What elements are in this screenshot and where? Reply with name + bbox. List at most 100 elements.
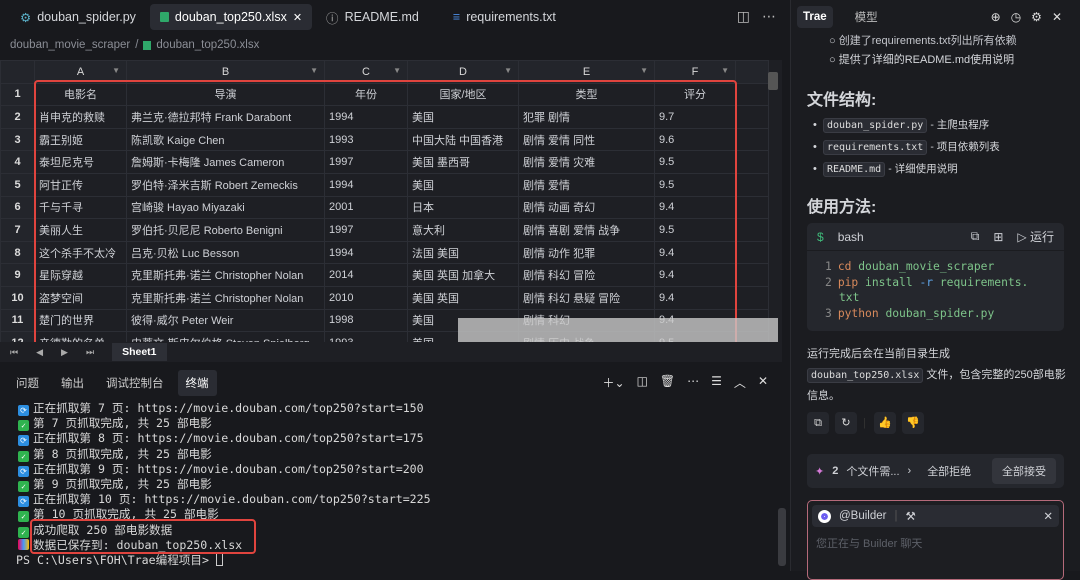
code-block: $ bash ⧉ ⊞ ▷ 运行 1 cd douban_movie_scraper 2 pi… bbox=[807, 223, 1064, 331]
empty-cell[interactable] bbox=[735, 127, 769, 152]
last-sheet-icon[interactable]: ⏭ bbox=[86, 347, 94, 358]
reject-all-button[interactable]: 全部拒绝 bbox=[927, 463, 971, 479]
close-icon[interactable]: ✕ bbox=[1043, 509, 1053, 523]
empty-cell[interactable] bbox=[735, 105, 769, 129]
vertical-scrollbar[interactable] bbox=[768, 72, 778, 90]
run-button[interactable]: ▷ 运行 bbox=[1017, 228, 1054, 245]
check-icon: ✓ bbox=[18, 526, 29, 538]
tab-terminal[interactable]: 终端 bbox=[177, 370, 217, 396]
row-number[interactable]: 6 bbox=[0, 195, 35, 220]
terminal-dollar-icon: $ bbox=[817, 229, 824, 244]
inline-code: douban_top250.xlsx bbox=[807, 368, 924, 383]
row-number[interactable]: 8 bbox=[0, 240, 35, 265]
copy-icon[interactable]: ⧉ bbox=[807, 412, 829, 434]
code-line: 1 cd douban_movie_scraper bbox=[825, 259, 1064, 275]
close-icon[interactable]: ✕ bbox=[293, 11, 302, 24]
more-icon[interactable]: ⋯ bbox=[762, 8, 776, 25]
accept-all-button[interactable]: 全部接受 bbox=[992, 458, 1056, 484]
terminal-highlight-box bbox=[30, 519, 256, 554]
thumbs-up-icon[interactable]: 👍 bbox=[873, 412, 896, 434]
filter-icon[interactable]: ▼ bbox=[504, 66, 512, 75]
file-code: douban_spider.py bbox=[822, 118, 928, 133]
code-cmd: python bbox=[837, 306, 879, 320]
line-number: 1 bbox=[825, 260, 832, 273]
split-editor-icon[interactable]: ◫ bbox=[737, 8, 750, 25]
breadcrumb-file[interactable]: douban_top250.xlsx bbox=[156, 39, 259, 51]
empty-cell[interactable] bbox=[735, 263, 769, 287]
sync-icon: ⟳ bbox=[18, 435, 29, 447]
filter-icon[interactable]: ▼ bbox=[112, 66, 120, 75]
pending-files-text[interactable]: 个文件需... bbox=[846, 463, 899, 479]
thumbs-down-icon[interactable]: 👎 bbox=[901, 412, 924, 434]
more-icon[interactable]: ⋯ bbox=[687, 374, 699, 391]
filter-icon[interactable]: ▼ bbox=[640, 66, 648, 75]
empty-cell[interactable] bbox=[735, 285, 769, 310]
chat-input-box[interactable]: @Builder | ⚒ ✕ 您正在与 Builder 聊天 bbox=[807, 500, 1064, 580]
split-terminal-icon[interactable]: ◫ bbox=[637, 374, 648, 391]
breadcrumb-folder[interactable]: douban_movie_scraper bbox=[10, 39, 130, 51]
add-terminal-icon[interactable]: ＋⌄ bbox=[603, 374, 625, 391]
list-item: • requirements.txt - 项目依赖列表 bbox=[807, 139, 1067, 161]
terminal-scrollbar[interactable] bbox=[778, 508, 786, 566]
tab-trae[interactable]: Trae bbox=[797, 6, 833, 28]
terminal-line: ⟳ 正在抓取第 10 页: https://movie.douban.com/to… bbox=[18, 492, 431, 508]
sheet-tab[interactable]: Sheet1 bbox=[112, 343, 167, 361]
row-number[interactable]: 9 bbox=[0, 263, 35, 287]
excel-icon bbox=[159, 12, 169, 22]
tab-output[interactable]: 输出 bbox=[53, 370, 92, 396]
settings-sliders-icon[interactable]: ☰ bbox=[711, 374, 722, 391]
filter-icon[interactable]: ▼ bbox=[310, 66, 318, 75]
first-sheet-icon[interactable]: ⏮ bbox=[10, 347, 18, 358]
panel-tabs: 问题 输出 调试控制台 终端 bbox=[8, 370, 217, 396]
row-number[interactable]: 2 bbox=[0, 105, 35, 129]
regenerate-icon[interactable]: ↻ bbox=[835, 412, 857, 434]
row-number[interactable]: 3 bbox=[0, 127, 35, 152]
row-number[interactable]: 7 bbox=[0, 218, 35, 242]
empty-cell[interactable] bbox=[735, 195, 769, 220]
empty-cell[interactable] bbox=[735, 218, 769, 242]
terminal-text: 正在抓取第 10 页: https://movie.douban.com/top… bbox=[33, 492, 431, 507]
terminal-line: ✓ 第 9 页抓取完成, 共 25 部电影 bbox=[18, 477, 431, 493]
empty-cell[interactable] bbox=[735, 82, 769, 107]
filter-icon[interactable]: ▼ bbox=[393, 66, 401, 75]
row-number[interactable]: 5 bbox=[0, 172, 35, 197]
corner-cell[interactable] bbox=[0, 60, 35, 84]
history-icon[interactable]: ◷ bbox=[1011, 10, 1021, 24]
code-cmd: cd bbox=[837, 260, 852, 273]
chat-input-placeholder[interactable]: 您正在与 Builder 聊天 bbox=[808, 531, 1063, 555]
insert-icon[interactable]: ⊞ bbox=[993, 230, 1003, 244]
row-number[interactable]: 1 bbox=[0, 82, 35, 107]
filter-icon[interactable]: ▼ bbox=[721, 66, 729, 75]
chevron-right-icon[interactable]: › bbox=[908, 465, 912, 477]
row-number[interactable]: 10 bbox=[0, 285, 35, 310]
maximize-icon[interactable]: ︿ bbox=[734, 374, 746, 391]
tab-douban-top250[interactable]: douban_top250.xlsx ✕ bbox=[149, 4, 313, 30]
tab-debug-console[interactable]: 调试控制台 bbox=[98, 370, 172, 396]
gear-icon[interactable]: ⚙ bbox=[1031, 10, 1042, 24]
empty-cell[interactable] bbox=[735, 240, 769, 265]
builder-agent-label[interactable]: @Builder bbox=[839, 510, 886, 522]
hammer-icon[interactable]: ⚒ bbox=[905, 509, 915, 523]
terminal-prompt[interactable]: PS C:\Users\FOH\Trae编程项目> bbox=[16, 553, 431, 568]
empty-cell[interactable] bbox=[735, 172, 769, 197]
tab-readme[interactable]: ⓘ README.md bbox=[316, 4, 429, 30]
spreadsheet[interactable]: A ▼ B ▼ C ▼ D ▼ E ▼ F ▼ 1 电影名 导演 年份 国家/地区 类型 评分 2 肖申克的救赎 弗兰克… bbox=[0, 60, 782, 362]
row-number[interactable]: 11 bbox=[0, 308, 35, 333]
heading-file-structure: 文件结构: bbox=[807, 92, 877, 109]
copy-icon[interactable]: ⧉ bbox=[971, 229, 980, 244]
new-chat-icon[interactable]: ⊕ bbox=[991, 10, 1001, 24]
tab-model[interactable]: 模型 bbox=[849, 4, 884, 30]
bullet-text: 提供了详细的README.md使用说明 bbox=[838, 54, 1015, 66]
row-number[interactable]: 4 bbox=[0, 150, 35, 174]
tab-requirements[interactable]: ≡ requirements.txt bbox=[443, 4, 566, 30]
code-cmd: pip bbox=[837, 275, 859, 289]
close-icon[interactable]: ✕ bbox=[758, 374, 768, 391]
close-icon[interactable]: ✕ bbox=[1052, 10, 1062, 24]
trash-icon[interactable]: 🗑 bbox=[660, 374, 675, 391]
prev-sheet-icon[interactable]: ◀ bbox=[36, 347, 43, 358]
tab-douban-spider[interactable]: ⚙ douban_spider.py bbox=[10, 4, 146, 30]
empty-cell[interactable] bbox=[735, 150, 769, 174]
column-letter: D bbox=[459, 65, 467, 78]
tab-problems[interactable]: 问题 bbox=[8, 370, 47, 396]
next-sheet-icon[interactable]: ▶ bbox=[61, 347, 68, 358]
